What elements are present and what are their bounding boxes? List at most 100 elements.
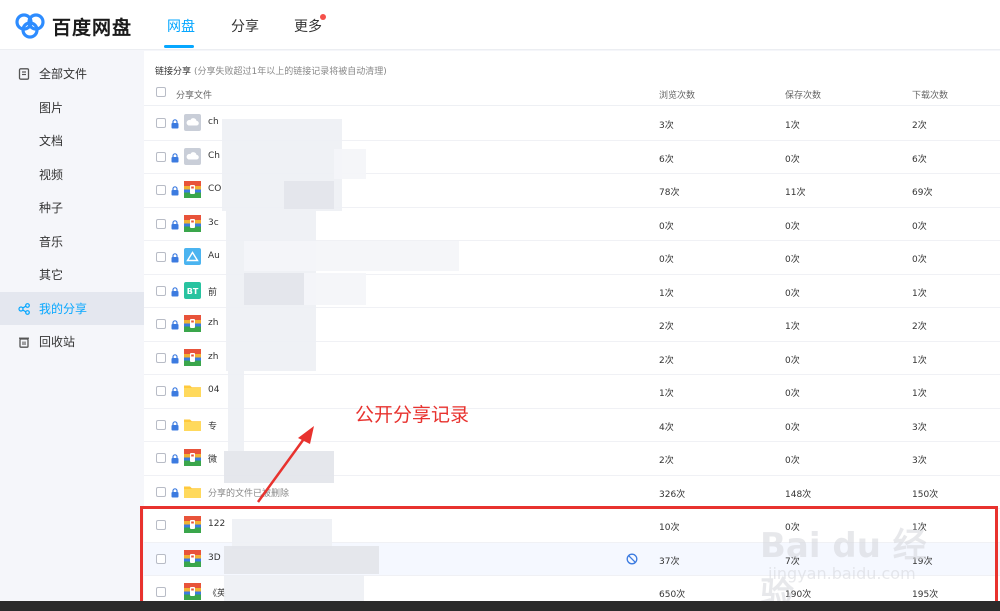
- row-checkbox[interactable]: [156, 185, 166, 195]
- active-tab-indicator: [164, 45, 194, 48]
- mosaic-blur: [304, 273, 366, 305]
- save-count: 0次: [785, 221, 800, 232]
- file-name[interactable]: 04: [208, 385, 219, 395]
- tab-more[interactable]: 更多: [294, 16, 322, 36]
- sidebar-item-label: 视频: [39, 168, 64, 182]
- archive-file-icon: [184, 214, 201, 232]
- save-count: 0次: [785, 456, 800, 466]
- sidebar: 全部文件 图片 文档 视频 种子 音乐 其它 我的分享 回收站: [0, 51, 144, 601]
- taskbar: [0, 601, 1000, 611]
- file-name[interactable]: CO: [208, 184, 221, 194]
- file-name[interactable]: ch: [208, 117, 219, 127]
- sidebar-item-label: 我的分享: [39, 302, 88, 316]
- download-count: 2次: [912, 322, 927, 332]
- lock-icon: [171, 253, 179, 263]
- sidebar-item-documents[interactable]: 文档: [0, 124, 144, 157]
- annotation-arrow-icon: [256, 426, 314, 503]
- row-checkbox[interactable]: [156, 486, 166, 497]
- file-name[interactable]: 前: [208, 285, 217, 298]
- download-count: 3次: [912, 456, 927, 466]
- column-header-downloads[interactable]: 下载次数: [912, 88, 948, 101]
- app-logo[interactable]: 百度网盘: [14, 12, 132, 40]
- download-count: 2次: [912, 121, 927, 131]
- lock-icon: [171, 186, 179, 196]
- row-checkbox[interactable]: [156, 453, 166, 463]
- view-count: 0次: [659, 221, 674, 232]
- sidebar-item-label: 全部文件: [39, 67, 88, 81]
- annotation-label: 公开分享记录: [355, 404, 470, 426]
- save-count: 1次: [785, 121, 800, 131]
- row-checkbox[interactable]: [156, 252, 166, 262]
- sidebar-item-other[interactable]: 其它: [0, 258, 144, 291]
- table-header: 分享文件 浏览次数 保存次数 下载次数: [144, 81, 1000, 106]
- folder-icon: [184, 385, 201, 397]
- sidebar-item-music[interactable]: 音乐: [0, 225, 144, 258]
- save-count: 148次: [785, 489, 812, 500]
- folder-icon: [184, 419, 201, 431]
- mosaic-blur: [244, 273, 304, 305]
- sidebar-item-all-files[interactable]: 全部文件: [0, 57, 144, 90]
- select-all-checkbox[interactable]: [156, 87, 166, 97]
- lock-icon: [171, 353, 179, 363]
- file-name[interactable]: Ch: [208, 151, 220, 161]
- file-name[interactable]: Au: [208, 251, 220, 261]
- page-title-text: 链接分享: [155, 67, 192, 77]
- view-count: 0次: [659, 255, 674, 265]
- download-count: 150次: [912, 489, 939, 500]
- row-checkbox[interactable]: [156, 419, 166, 430]
- share-icon: [18, 302, 30, 315]
- tab-netdisk[interactable]: 网盘: [167, 16, 195, 36]
- column-header-views[interactable]: 浏览次数: [659, 88, 695, 101]
- tab-share[interactable]: 分享: [231, 16, 259, 36]
- file-name[interactable]: 3c: [208, 218, 219, 228]
- archive-file-icon: [184, 315, 201, 332]
- view-count: 2次: [659, 355, 674, 366]
- row-checkbox[interactable]: [156, 352, 166, 363]
- watermark: Bai du 经验 jingyan.baidu.com: [760, 500, 960, 611]
- save-count: 1次: [785, 322, 800, 332]
- view-count: 4次: [659, 422, 674, 433]
- save-count: 0次: [785, 355, 800, 366]
- file-name[interactable]: zh: [208, 318, 218, 328]
- file-name[interactable]: 微: [208, 452, 217, 465]
- sidebar-item-label: 其它: [39, 268, 64, 282]
- lock-icon: [171, 487, 179, 497]
- sidebar-item-torrents[interactable]: 种子: [0, 191, 144, 224]
- lock-icon: [171, 454, 179, 464]
- lock-icon: [171, 152, 179, 162]
- save-count: 0次: [785, 154, 800, 165]
- file-name[interactable]: 专: [208, 419, 217, 432]
- download-count: 1次: [912, 355, 927, 366]
- row-checkbox[interactable]: [156, 285, 166, 296]
- column-header-saves[interactable]: 保存次数: [785, 88, 821, 101]
- lock-icon: [171, 387, 179, 397]
- sidebar-item-my-shares[interactable]: 我的分享: [0, 292, 144, 325]
- save-count: 0次: [785, 288, 800, 299]
- sidebar-item-videos[interactable]: 视频: [0, 158, 144, 191]
- download-count: 1次: [912, 288, 927, 299]
- lock-icon: [171, 119, 179, 129]
- page-title: 链接分享 (分享失败超过1年以上的链接记录将被自动清理): [155, 64, 387, 77]
- baidu-netdisk-logo-icon: [15, 13, 45, 39]
- sidebar-item-label: 回收站: [39, 335, 76, 349]
- row-checkbox[interactable]: [156, 151, 166, 162]
- trash-icon: [19, 337, 29, 348]
- row-checkbox[interactable]: [156, 118, 166, 128]
- download-count: 1次: [912, 389, 927, 399]
- lock-icon: [171, 420, 179, 430]
- archive-file-icon: [184, 181, 201, 198]
- cloud-file-icon: [184, 114, 201, 131]
- view-count: 1次: [659, 288, 674, 299]
- table-row[interactable]: 04 1次 0次 1次: [144, 375, 1000, 409]
- sidebar-item-images[interactable]: 图片: [0, 91, 144, 124]
- sidebar-item-label: 图片: [39, 101, 64, 115]
- sidebar-item-recycle-bin[interactable]: 回收站: [0, 325, 144, 358]
- save-count: 0次: [785, 422, 800, 433]
- view-count: 1次: [659, 389, 674, 399]
- row-checkbox[interactable]: [156, 218, 166, 229]
- mosaic-blur: [334, 149, 366, 179]
- row-checkbox[interactable]: [156, 386, 166, 396]
- row-checkbox[interactable]: [156, 319, 166, 329]
- file-name[interactable]: zh: [208, 352, 218, 362]
- lock-icon: [171, 320, 179, 330]
